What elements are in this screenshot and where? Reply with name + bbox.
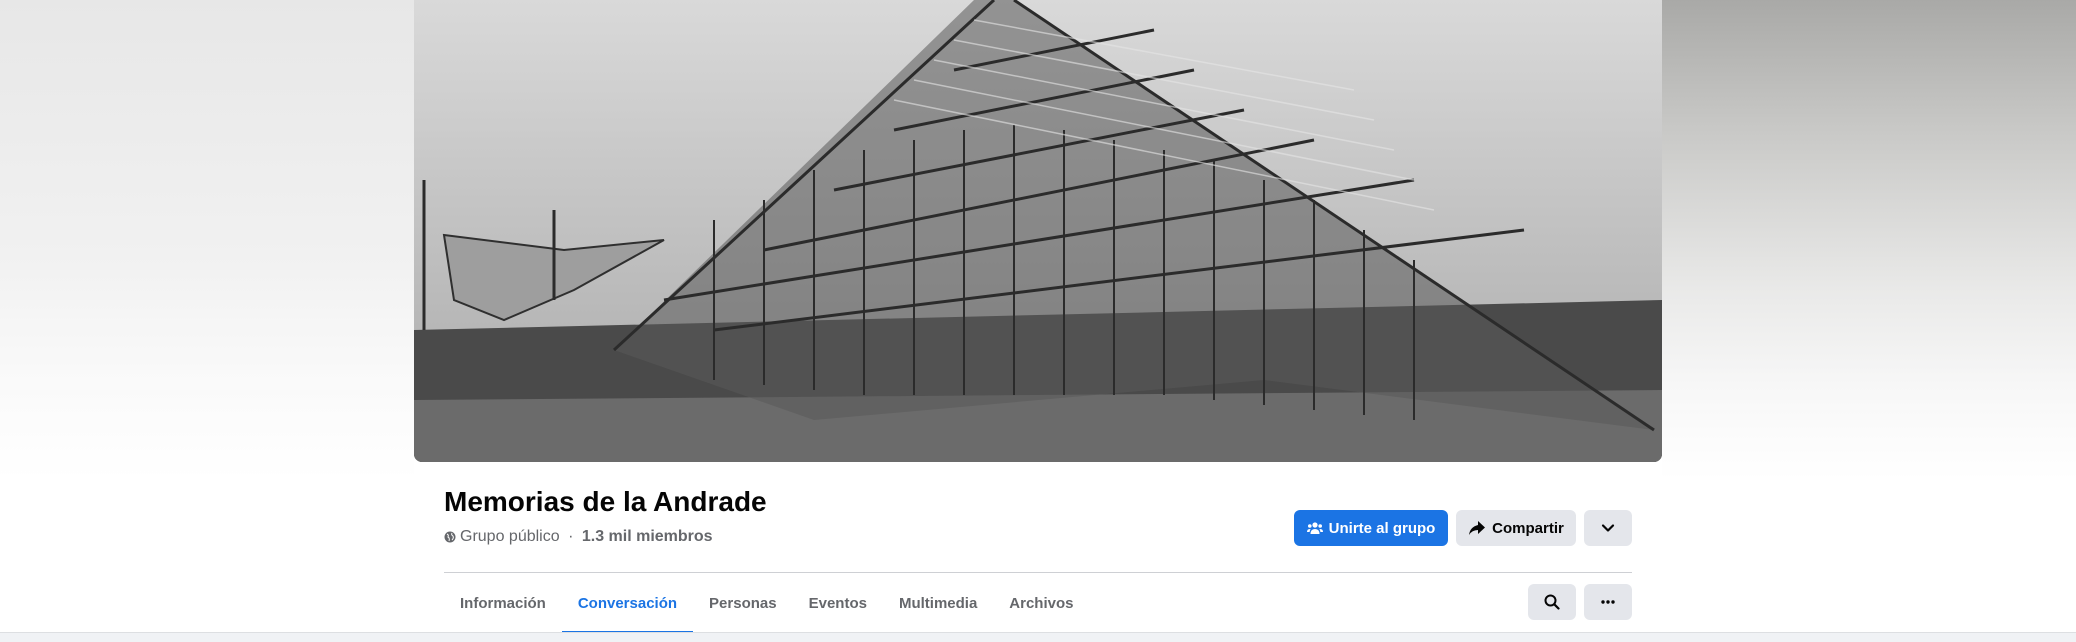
- group-header: Memorias de la Andrade Grupo público · 1…: [444, 462, 1632, 641]
- cover-photo-image: [414, 0, 1662, 462]
- cover-backdrop-left: [0, 0, 414, 641]
- more-options-dropdown-button[interactable]: [1584, 510, 1632, 546]
- globe-icon: [444, 531, 456, 543]
- cover-backdrop-right: [1662, 0, 2076, 641]
- group-title[interactable]: Memorias de la Andrade: [444, 486, 767, 518]
- group-people-icon: [1306, 522, 1323, 534]
- tab-conversacion[interactable]: Conversación: [561, 573, 694, 634]
- join-group-label: Unirte al grupo: [1328, 519, 1436, 537]
- tab-multimedia[interactable]: Multimedia: [883, 573, 993, 633]
- tab-archivos[interactable]: Archivos: [993, 573, 1089, 633]
- tab-informacion[interactable]: Información: [444, 573, 562, 633]
- options-button[interactable]: [1584, 584, 1632, 620]
- cover-photo[interactable]: [414, 0, 1662, 462]
- group-meta: Grupo público · 1.3 mil miembros: [444, 528, 713, 546]
- share-button[interactable]: Compartir: [1456, 510, 1576, 546]
- group-actions: Unirte al grupo Compartir: [1294, 510, 1632, 546]
- tab-eventos[interactable]: Eventos: [793, 573, 883, 633]
- join-group-button[interactable]: Unirte al grupo: [1294, 510, 1448, 546]
- group-members-count[interactable]: 1.3 mil miembros: [582, 528, 713, 546]
- chevron-down-icon: [1601, 524, 1615, 532]
- group-privacy[interactable]: Grupo público: [460, 528, 560, 546]
- ellipsis-icon: [1601, 600, 1615, 604]
- tab-personas[interactable]: Personas: [693, 573, 793, 633]
- share-label: Compartir: [1492, 519, 1564, 537]
- search-icon: [1544, 594, 1560, 610]
- search-button[interactable]: [1528, 584, 1576, 620]
- group-tabs: Información Conversación Personas Evento…: [444, 573, 1090, 634]
- tab-tools: [1528, 584, 1632, 620]
- share-arrow-icon: [1469, 521, 1486, 535]
- meta-separator: ·: [563, 528, 578, 545]
